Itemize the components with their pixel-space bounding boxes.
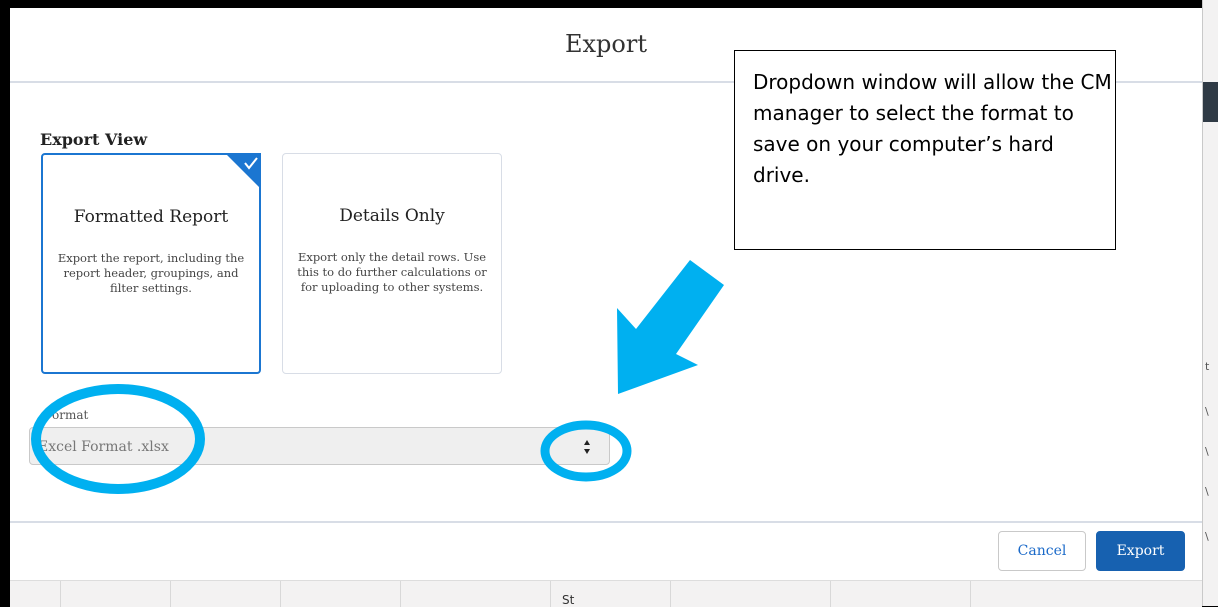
background-cut-text: \ xyxy=(1205,485,1209,498)
background-header-bar xyxy=(1203,82,1218,122)
background-cut-text: \ xyxy=(1205,530,1209,543)
card-title: Details Only xyxy=(339,206,445,226)
background-column-divider xyxy=(280,581,281,607)
cancel-button[interactable]: Cancel xyxy=(998,531,1086,571)
background-cut-text: \ xyxy=(1205,405,1209,418)
formatted-report-option[interactable]: Formatted Report Export the report, incl… xyxy=(41,153,261,374)
background-page-edge: t \ \ \ \ xyxy=(1202,0,1218,606)
background-column-divider xyxy=(170,581,171,607)
background-column-divider xyxy=(830,581,831,607)
select-arrows-icon xyxy=(584,440,590,454)
details-only-option[interactable]: Details Only Export only the detail rows… xyxy=(282,153,502,374)
background-column-divider xyxy=(400,581,401,607)
card-description: Export the report, including the report … xyxy=(57,251,245,295)
card-description: Export only the detail rows. Use this to… xyxy=(297,250,487,294)
card-title: Formatted Report xyxy=(73,207,229,227)
format-select[interactable]: Excel Format .xlsx xyxy=(29,427,610,465)
background-cell-text: St xyxy=(562,593,575,607)
background-table-strip: St xyxy=(10,580,1202,607)
background-column-divider xyxy=(670,581,671,607)
background-cut-text: \ xyxy=(1205,445,1209,458)
background-column-divider xyxy=(550,581,551,607)
background-cut-text: t xyxy=(1205,360,1210,373)
annotation-callout-text: Dropdown window will allow the CM manage… xyxy=(753,70,1112,187)
background-column-divider xyxy=(970,581,971,607)
export-view-label: Export View xyxy=(40,130,148,149)
selected-checkmark-icon xyxy=(225,153,261,189)
format-selected-value: Excel Format .xlsx xyxy=(38,439,169,455)
export-button[interactable]: Export xyxy=(1096,531,1185,571)
background-column-divider xyxy=(60,581,61,607)
annotation-callout: Dropdown window will allow the CM manage… xyxy=(734,50,1116,250)
format-label: ormat xyxy=(52,408,89,422)
